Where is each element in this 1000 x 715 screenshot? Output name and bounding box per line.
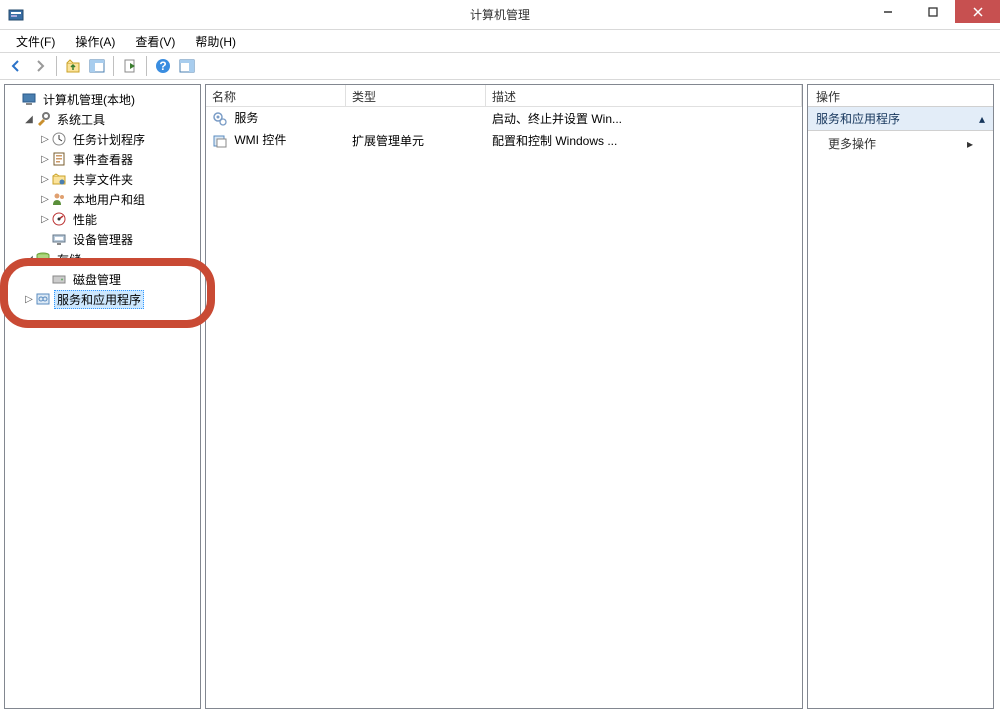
show-hide-action-pane-button[interactable] [176,55,198,77]
menu-bar: 文件(F) 操作(A) 查看(V) 帮助(H) [0,30,1000,52]
clock-icon [51,131,67,147]
tree-task-scheduler-label: 任务计划程序 [70,130,148,149]
collapse-icon[interactable]: ◢ [23,114,35,125]
tree-disk-management[interactable]: 磁盘管理 [5,269,200,289]
menu-view[interactable]: 查看(V) [125,31,185,52]
menu-file[interactable]: 文件(F) [6,31,65,52]
cell-name: 服务 [234,111,258,125]
event-icon [51,151,67,167]
actions-more[interactable]: 更多操作 ▸ [808,131,993,156]
back-button[interactable] [5,55,27,77]
tree-event-viewer-label: 事件查看器 [70,150,136,169]
app-icon [8,7,24,23]
tree-storage-label: 存储 [54,250,84,269]
toolbar: ? [0,52,1000,80]
actions-more-label: 更多操作 [828,135,876,152]
expand-icon[interactable]: ▷ [39,174,51,185]
menu-action[interactable]: 操作(A) [65,31,125,52]
gears-icon [212,111,228,127]
actions-header: 操作 [808,85,993,107]
tree-system-tools-label: 系统工具 [54,110,108,129]
col-desc[interactable]: 描述 [486,85,802,106]
help-button[interactable]: ? [152,55,174,77]
tree-disk-management-label: 磁盘管理 [70,270,124,289]
tools-icon [35,111,51,127]
separator [146,56,147,76]
separator [56,56,57,76]
export-button[interactable] [119,55,141,77]
tree-shared-folders-label: 共享文件夹 [70,170,136,189]
list-row[interactable]: WMI 控件 扩展管理单元 配置和控制 Windows ... [206,129,802,151]
tree-performance-label: 性能 [70,210,100,229]
tree-panel: 计算机管理(本地) ◢ 系统工具 ▷ 任务计划程序 ▷ 事件查看器 ▷ 共享文件… [4,84,201,709]
title-bar: 计算机管理 [0,0,1000,30]
separator [113,56,114,76]
cell-desc: 配置和控制 Windows ... [486,130,802,151]
tree-device-manager-label: 设备管理器 [70,230,136,249]
tree-local-users-label: 本地用户和组 [70,190,148,209]
cell-desc: 启动、终止并设置 Win... [486,108,802,129]
tree-shared-folders[interactable]: ▷ 共享文件夹 [5,169,200,189]
expand-icon[interactable]: ▷ [39,194,51,205]
maximize-button[interactable] [910,0,955,23]
tree-performance[interactable]: ▷ 性能 [5,209,200,229]
computer-icon [21,91,37,107]
actions-group-label: 服务和应用程序 [816,110,900,127]
window-title: 计算机管理 [0,6,1000,23]
close-button[interactable] [955,0,1000,23]
tree-system-tools[interactable]: ◢ 系统工具 [5,109,200,129]
tree-storage[interactable]: ◢ 存储 [5,249,200,269]
submenu-arrow-icon: ▸ [967,137,973,151]
services-icon [35,291,51,307]
actions-group[interactable]: 服务和应用程序 ▴ [808,107,993,131]
storage-icon [35,251,51,267]
tree-device-manager[interactable]: 设备管理器 [5,229,200,249]
expand-icon[interactable]: ▷ [39,154,51,165]
forward-button[interactable] [29,55,51,77]
performance-icon [51,211,67,227]
cell-type [346,116,486,120]
svg-text:?: ? [159,59,166,73]
expand-icon[interactable]: ▷ [23,294,35,305]
col-name[interactable]: 名称 [206,85,346,106]
col-type[interactable]: 类型 [346,85,486,106]
menu-help[interactable]: 帮助(H) [185,31,246,52]
minimize-button[interactable] [865,0,910,23]
list-row[interactable]: 服务 启动、终止并设置 Win... [206,107,802,129]
cell-type: 扩展管理单元 [346,130,486,151]
list-panel: 名称 类型 描述 服务 启动、终止并设置 Win... WMI 控件 扩展管理单… [205,84,803,709]
tree-local-users[interactable]: ▷ 本地用户和组 [5,189,200,209]
main-area: 计算机管理(本地) ◢ 系统工具 ▷ 任务计划程序 ▷ 事件查看器 ▷ 共享文件… [0,80,1000,715]
users-icon [51,191,67,207]
folder-share-icon [51,171,67,187]
list-header: 名称 类型 描述 [206,85,802,107]
tree-services-apps-label: 服务和应用程序 [54,290,144,309]
tree-task-scheduler[interactable]: ▷ 任务计划程序 [5,129,200,149]
tree-services-apps[interactable]: ▷ 服务和应用程序 [5,289,200,309]
wmi-icon [212,133,228,149]
cell-name: WMI 控件 [234,133,286,147]
actions-panel: 操作 服务和应用程序 ▴ 更多操作 ▸ [807,84,994,709]
expand-icon[interactable]: ▷ [39,134,51,145]
collapse-icon[interactable]: ◢ [23,254,35,265]
show-hide-tree-button[interactable] [86,55,108,77]
collapse-caret-icon: ▴ [979,112,985,126]
up-button[interactable] [62,55,84,77]
tree-event-viewer[interactable]: ▷ 事件查看器 [5,149,200,169]
disk-icon [51,271,67,287]
expand-icon[interactable]: ▷ [39,214,51,225]
device-icon [51,231,67,247]
tree-root-label: 计算机管理(本地) [40,90,138,109]
tree-root[interactable]: 计算机管理(本地) [5,89,200,109]
